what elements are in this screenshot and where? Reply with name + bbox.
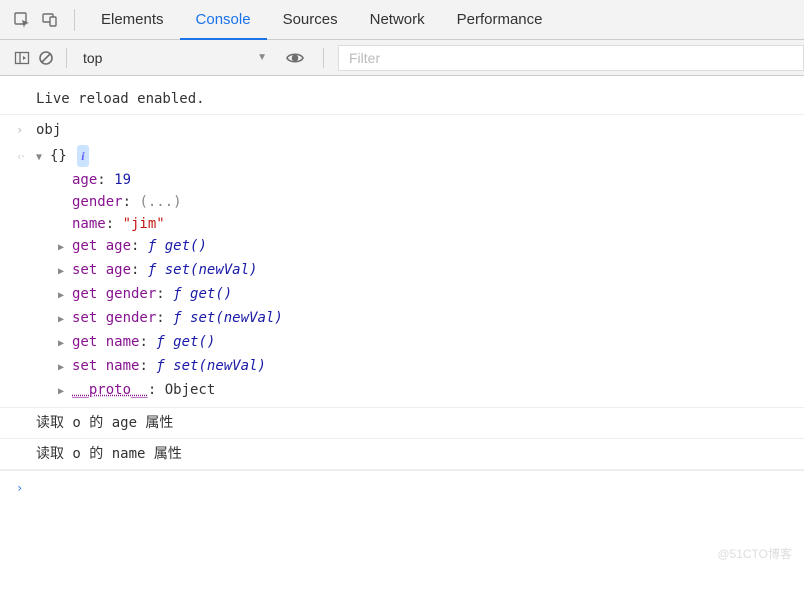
log-text: 读取 o 的 name 属性 xyxy=(36,443,804,465)
tab-console[interactable]: Console xyxy=(180,0,267,40)
object-accessor[interactable]: set name: ƒ set(newVal) xyxy=(36,355,804,379)
info-badge-icon[interactable]: i xyxy=(77,145,88,167)
expand-arrow-icon[interactable] xyxy=(58,309,68,331)
tab-sources[interactable]: Sources xyxy=(267,0,354,40)
console-output: Live reload enabled. obj {} i age: 19 ge… xyxy=(0,76,804,505)
log-message: 读取 o 的 age 属性 xyxy=(0,408,804,439)
toggle-sidebar-icon[interactable] xyxy=(10,44,34,72)
tab-performance[interactable]: Performance xyxy=(441,0,559,40)
context-label: top xyxy=(83,50,257,66)
console-toolbar: top ▼ xyxy=(0,40,804,76)
object-proto[interactable]: __proto__: Object xyxy=(36,379,804,403)
log-text: Live reload enabled. xyxy=(36,88,804,110)
input-text: obj xyxy=(36,119,804,141)
console-input-echo: obj xyxy=(0,115,804,145)
separator xyxy=(66,48,67,68)
log-message: Live reload enabled. xyxy=(0,84,804,115)
object-accessor[interactable]: set gender: ƒ set(newVal) xyxy=(36,307,804,331)
object-accessor[interactable]: get age: ƒ get() xyxy=(36,235,804,259)
object-accessor[interactable]: set age: ƒ set(newVal) xyxy=(36,259,804,283)
expand-arrow-icon[interactable] xyxy=(58,333,68,355)
inspect-icon[interactable] xyxy=(8,6,36,34)
expand-arrow-icon[interactable] xyxy=(58,285,68,307)
expand-arrow-icon[interactable] xyxy=(58,237,68,259)
live-expression-icon[interactable] xyxy=(283,44,307,72)
object-header[interactable]: {} i xyxy=(36,145,804,169)
log-text: 读取 o 的 age 属性 xyxy=(36,412,804,434)
chevron-down-icon: ▼ xyxy=(257,52,267,63)
tab-network[interactable]: Network xyxy=(354,0,441,40)
output-chevron-icon xyxy=(16,145,36,403)
object-property[interactable]: age: 19 xyxy=(36,169,804,191)
expand-arrow-icon[interactable] xyxy=(58,357,68,379)
console-prompt[interactable] xyxy=(0,470,804,505)
tab-elements[interactable]: Elements xyxy=(85,0,180,40)
filter-input[interactable] xyxy=(338,45,804,71)
expand-arrow-icon[interactable] xyxy=(58,381,68,403)
expand-arrow-icon[interactable] xyxy=(58,261,68,283)
object-property[interactable]: name: "jim" xyxy=(36,213,804,235)
object-accessor[interactable]: get gender: ƒ get() xyxy=(36,283,804,307)
object-accessor[interactable]: get name: ƒ get() xyxy=(36,331,804,355)
console-result: {} i age: 19 gender: (...) name: "jim" g… xyxy=(0,145,804,408)
prompt-chevron-icon xyxy=(16,477,36,499)
separator xyxy=(323,48,324,68)
devtools-tab-strip: Elements Console Sources Network Perform… xyxy=(0,0,804,40)
watermark: @51CTO博客 xyxy=(717,545,792,562)
expand-arrow-icon[interactable] xyxy=(36,147,46,169)
object-property[interactable]: gender: (...) xyxy=(36,191,804,213)
input-chevron-icon xyxy=(16,119,36,141)
log-message: 读取 o 的 name 属性 xyxy=(0,439,804,470)
clear-console-icon[interactable] xyxy=(34,44,58,72)
separator xyxy=(74,9,75,31)
device-toggle-icon[interactable] xyxy=(36,6,64,34)
context-selector[interactable]: top ▼ xyxy=(75,46,275,70)
